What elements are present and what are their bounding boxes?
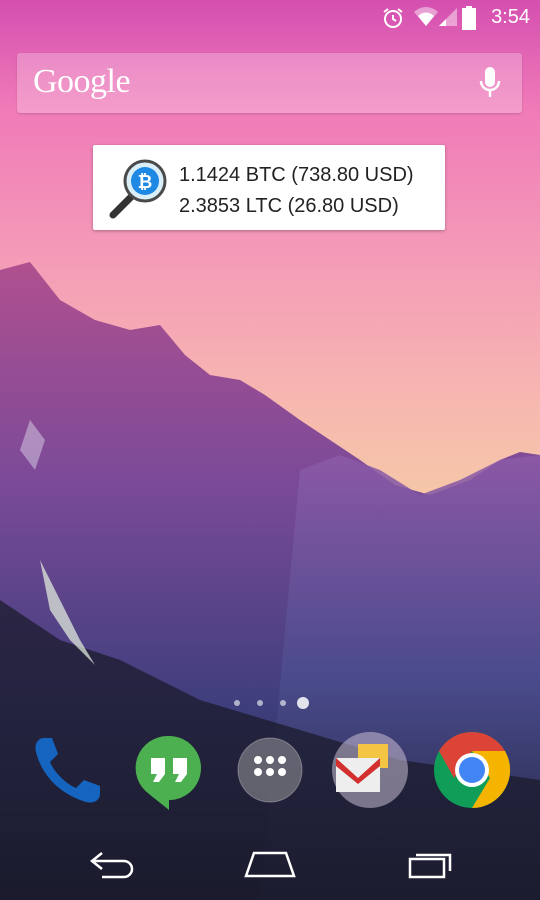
status-bar: 3:54 <box>0 0 540 34</box>
app-dock <box>0 728 540 818</box>
alarm-icon <box>383 8 403 28</box>
recent-apps-icon <box>408 853 452 879</box>
page-dot-active <box>297 697 309 709</box>
app-drawer-icon[interactable] <box>228 728 312 812</box>
google-logo: Google <box>33 63 131 100</box>
clock-time: 3:54 <box>491 6 530 28</box>
btc-balance: 1.1424 BTC (738.80 USD) <box>179 164 414 186</box>
google-search-bar[interactable]: Google <box>17 53 522 113</box>
page-dot <box>280 700 286 706</box>
svg-text:₿: ₿ <box>138 172 153 192</box>
chrome-app-icon[interactable] <box>430 728 514 812</box>
signal-icon <box>439 8 457 26</box>
home-icon <box>244 851 296 878</box>
hangouts-app-icon[interactable] <box>127 728 211 812</box>
crypto-price-widget[interactable]: ₿ 1.1424 BTC (738.80 USD) 2.3853 LTC (26… <box>93 145 445 230</box>
microphone-icon[interactable] <box>478 65 502 101</box>
back-button[interactable] <box>72 842 152 886</box>
battery-icon <box>462 6 476 30</box>
back-arrow-icon <box>89 852 134 879</box>
ltc-balance: 2.3853 LTC (26.80 USD) <box>179 195 399 217</box>
bitcoin-magnifier-icon: ₿ <box>109 159 167 219</box>
recent-apps-button[interactable] <box>390 842 470 886</box>
page-indicator <box>0 696 540 710</box>
gmail-folder-icon[interactable] <box>328 728 412 812</box>
wifi-icon <box>414 7 438 26</box>
home-button[interactable] <box>230 842 310 886</box>
page-dot <box>234 700 240 706</box>
page-dot <box>257 700 263 706</box>
navigation-bar <box>0 828 540 900</box>
phone-app-icon[interactable] <box>26 728 110 812</box>
